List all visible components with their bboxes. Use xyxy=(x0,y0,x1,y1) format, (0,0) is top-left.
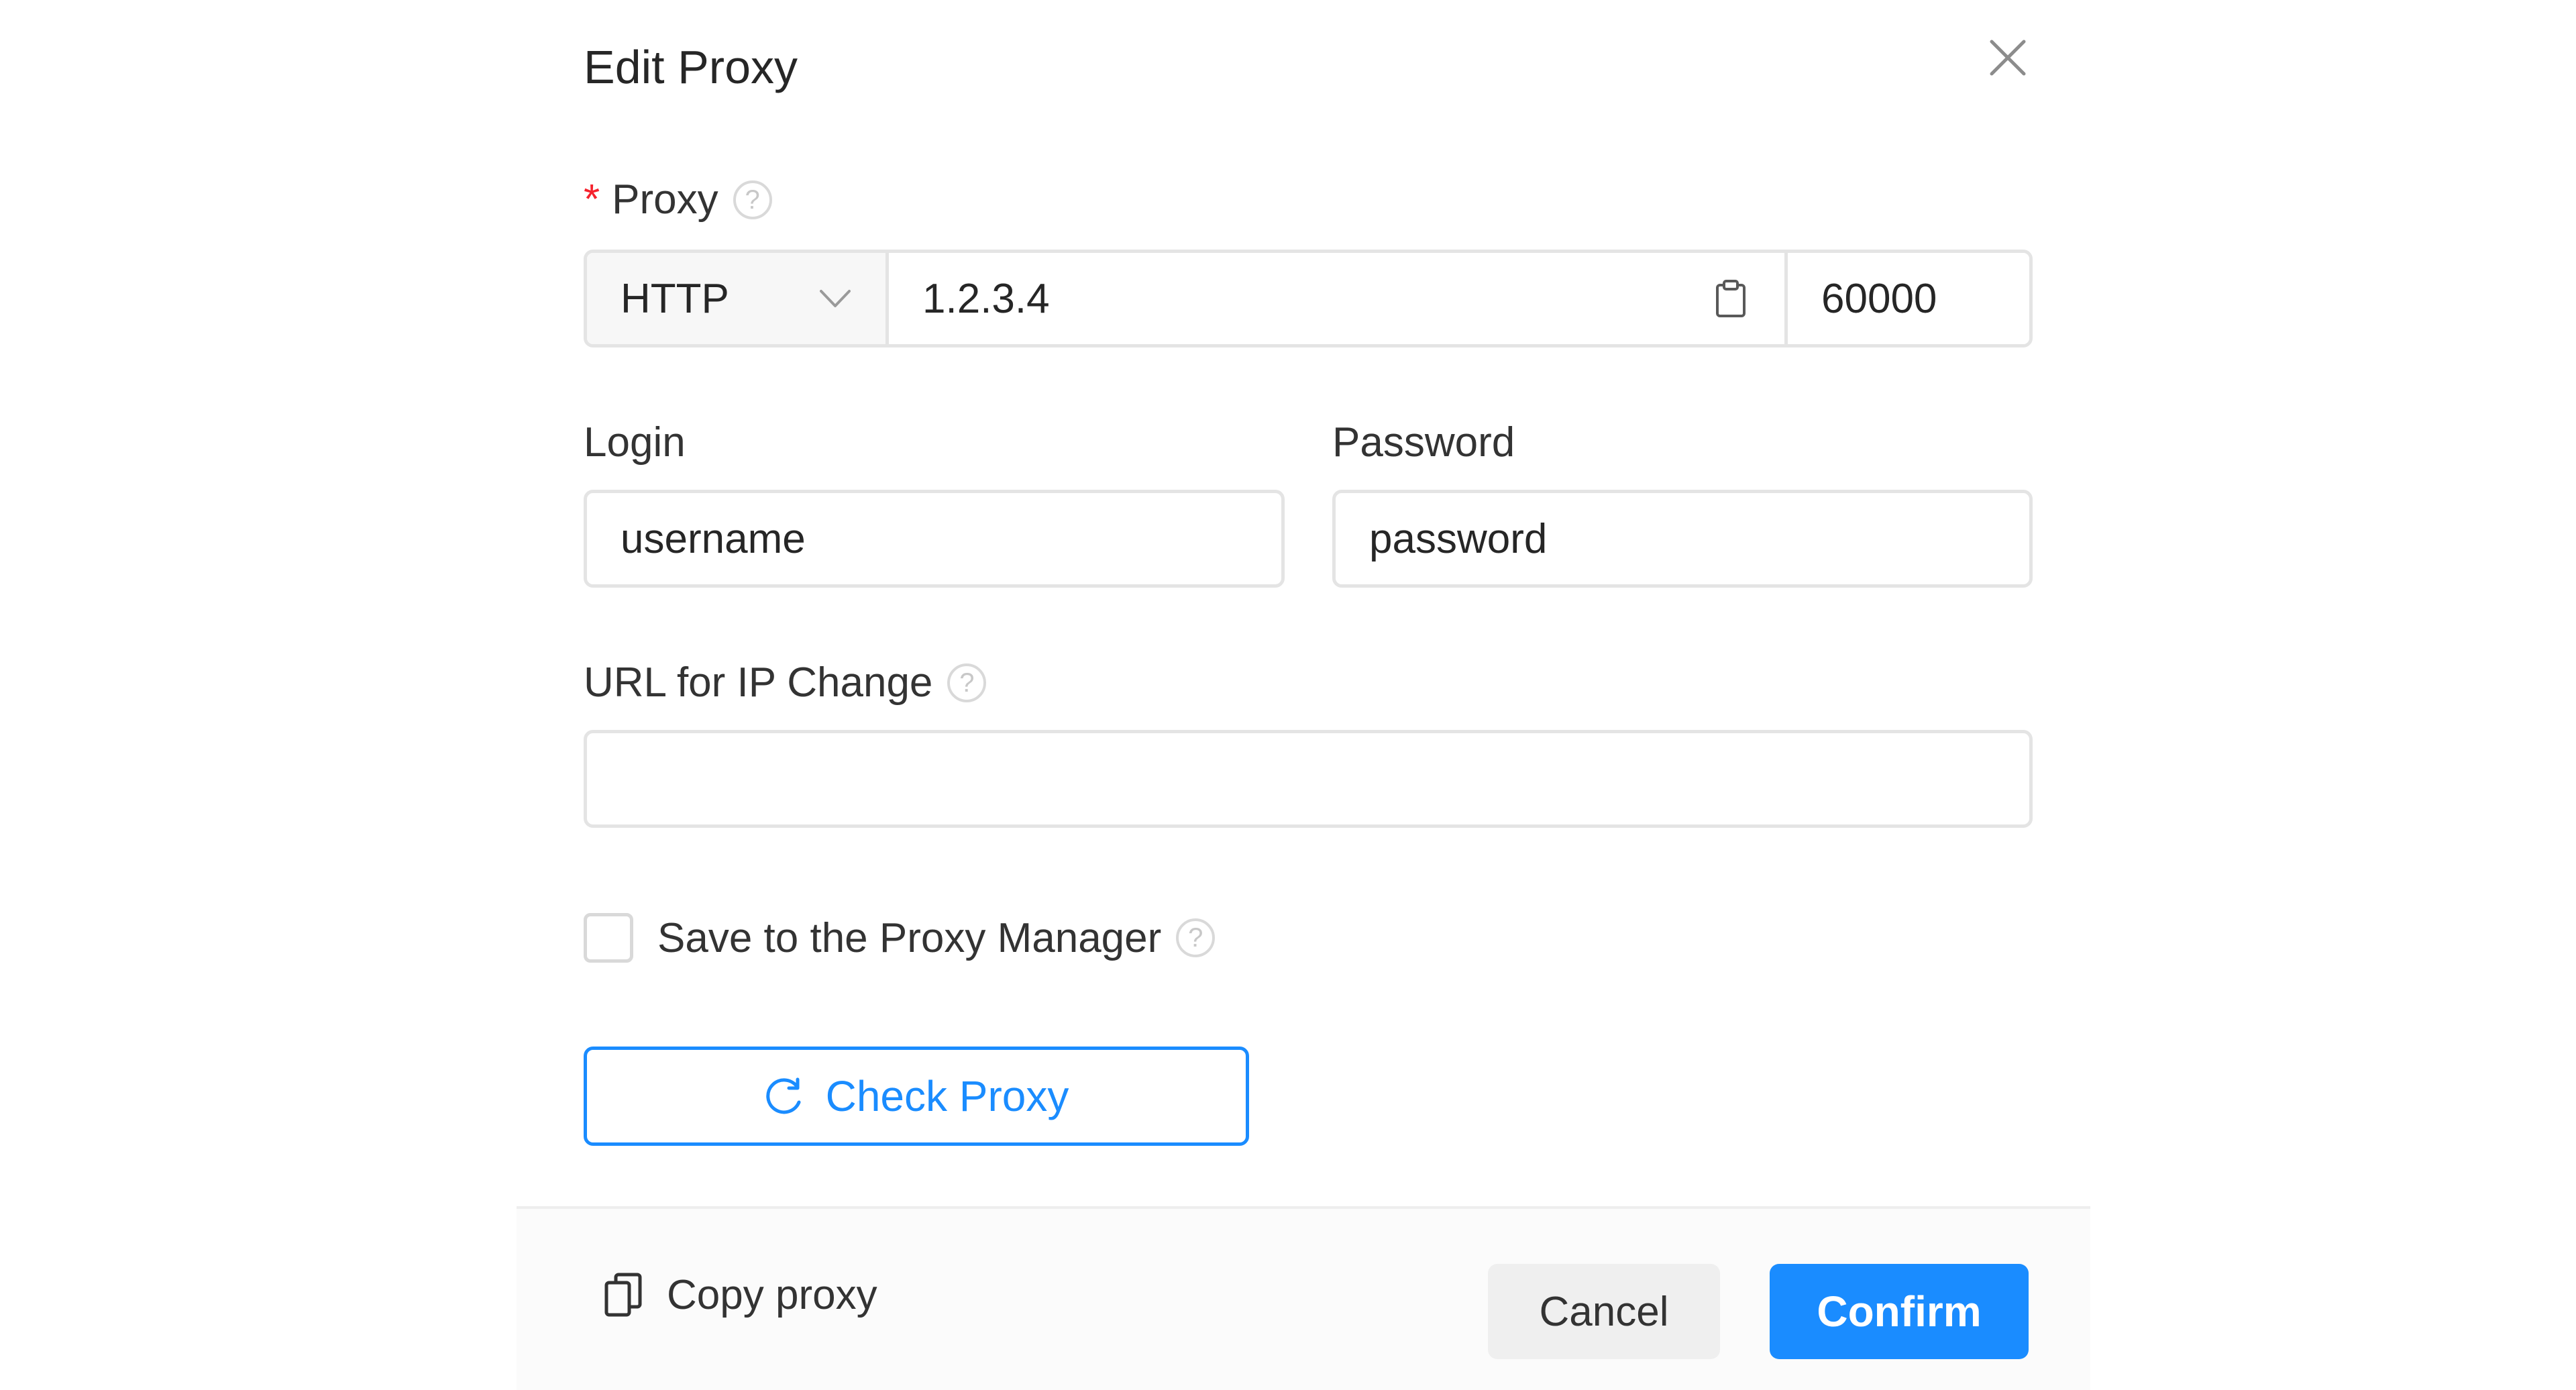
save-to-manager-row[interactable]: Save to the Proxy Manager ? xyxy=(584,912,1216,963)
chevron-down-icon xyxy=(820,290,851,307)
ip-change-url-input[interactable] xyxy=(584,730,2033,828)
login-label: Login xyxy=(584,419,686,466)
dialog-title: Edit Proxy xyxy=(584,41,798,93)
proxy-type-value: HTTP xyxy=(621,275,729,322)
cancel-button[interactable]: Cancel xyxy=(1488,1264,1720,1359)
required-mark: * xyxy=(584,176,600,223)
proxy-label-row: * Proxy ? xyxy=(584,174,772,225)
check-proxy-button[interactable]: Check Proxy xyxy=(584,1047,1249,1146)
copy-proxy-label: Copy proxy xyxy=(667,1271,877,1318)
close-icon xyxy=(1990,40,2026,76)
edit-proxy-dialog: Edit Proxy * Proxy ? HTTP 1.2.3.4 60000 … xyxy=(517,0,2090,1390)
confirm-button[interactable]: Confirm xyxy=(1770,1264,2029,1359)
save-to-manager-checkbox[interactable] xyxy=(584,913,633,963)
ip-change-label: URL for IP Change xyxy=(584,659,933,706)
close-button[interactable] xyxy=(1982,32,2033,83)
copy-icon xyxy=(604,1272,643,1318)
login-input[interactable] xyxy=(584,490,1285,588)
help-circle-icon[interactable]: ? xyxy=(1176,918,1216,957)
help-circle-icon[interactable]: ? xyxy=(733,180,772,219)
save-to-manager-label: Save to the Proxy Manager xyxy=(657,914,1162,961)
ip-change-label-row: URL for IP Change ? xyxy=(584,657,987,708)
proxy-port-input[interactable] xyxy=(1788,253,2029,344)
proxy-host-wrapper xyxy=(889,253,1788,344)
proxy-host-input[interactable] xyxy=(889,253,1784,344)
check-proxy-label: Check Proxy xyxy=(825,1072,1069,1120)
proxy-type-select[interactable]: HTTP xyxy=(587,253,889,344)
password-label: Password xyxy=(1332,419,1515,466)
copy-proxy-button[interactable]: Copy proxy xyxy=(604,1261,877,1328)
help-circle-icon[interactable]: ? xyxy=(947,663,987,702)
clipboard-icon[interactable] xyxy=(1711,278,1751,319)
password-input[interactable] xyxy=(1332,490,2033,588)
proxy-input-group: HTTP xyxy=(584,250,2033,348)
dialog-footer: Copy proxy Cancel Confirm xyxy=(517,1206,2090,1390)
refresh-icon xyxy=(764,1075,806,1117)
proxy-label: Proxy xyxy=(612,176,718,223)
